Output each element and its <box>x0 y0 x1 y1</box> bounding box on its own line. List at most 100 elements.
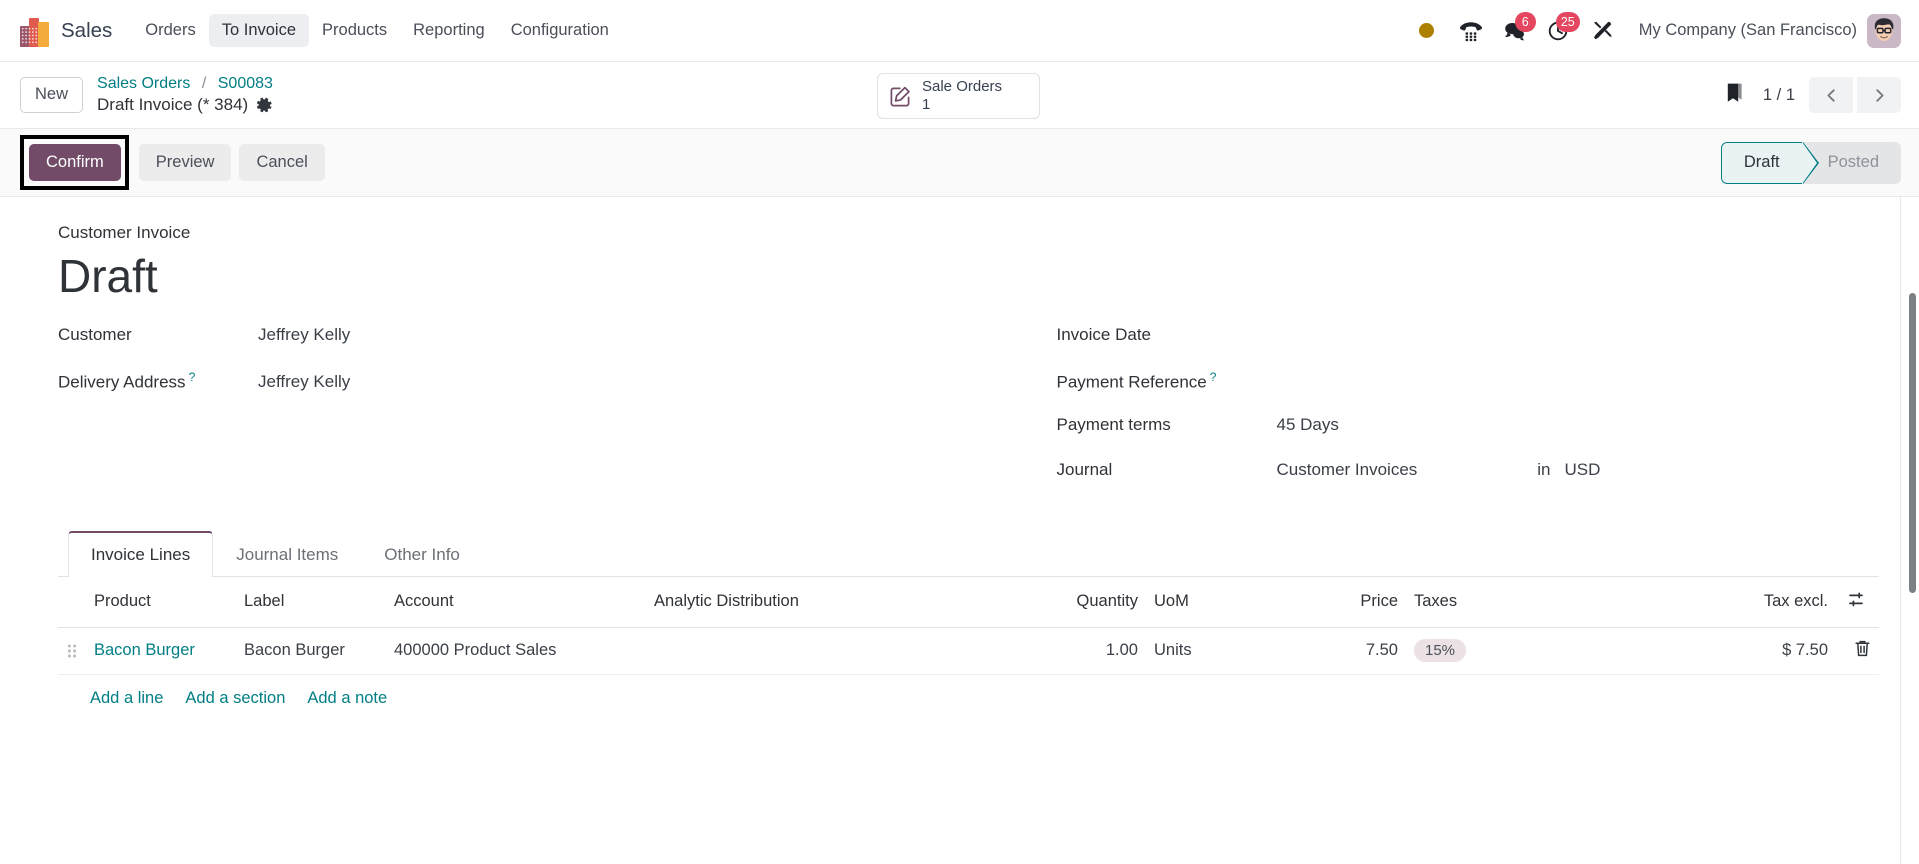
column-drag <box>58 576 86 628</box>
pager-next-button[interactable] <box>1857 77 1901 113</box>
field-payment-reference: Payment Reference? <box>1057 370 1880 415</box>
cell-analytic-distribution[interactable] <box>646 627 1036 675</box>
confirm-button[interactable]: Confirm <box>29 143 121 182</box>
cell-taxes[interactable]: 15% <box>1406 627 1636 675</box>
status-bar-stages: Draft Posted <box>1720 141 1901 184</box>
tab-invoice-lines[interactable]: Invoice Lines <box>68 530 214 577</box>
chevron-left-icon <box>1827 88 1835 102</box>
add-a-section-link[interactable]: Add a section <box>185 689 285 708</box>
menu-to-invoice[interactable]: To Invoice <box>208 13 310 48</box>
tax-badge[interactable]: 15% <box>1414 639 1467 663</box>
notebook: Invoice Lines Journal Items Other Info P… <box>58 530 1879 708</box>
cell-quantity[interactable]: 1.00 <box>1036 627 1146 675</box>
field-payment-reference-label: Payment Reference? <box>1056 369 1217 392</box>
page-title: Draft <box>58 250 158 302</box>
field-customer-value[interactable]: Jeffrey Kelly <box>258 325 350 345</box>
cell-label[interactable]: Bacon Burger <box>236 627 386 675</box>
field-payment-terms-label: Payment terms <box>1056 414 1171 434</box>
add-a-line-link[interactable]: Add a line <box>90 689 163 708</box>
column-options-icon[interactable] <box>1836 576 1879 628</box>
column-quantity[interactable]: Quantity <box>1036 576 1146 628</box>
menu-configuration[interactable]: Configuration <box>498 14 622 48</box>
form-column-left: Customer Jeffrey Kelly Delivery Address?… <box>58 325 969 505</box>
column-taxes[interactable]: Taxes <box>1406 576 1636 628</box>
form-columns: Customer Jeffrey Kelly Delivery Address?… <box>58 325 1879 505</box>
preview-button[interactable]: Preview <box>138 143 232 182</box>
app-name[interactable]: Sales <box>61 19 112 43</box>
cell-product[interactable]: Bacon Burger <box>86 627 236 675</box>
help-tooltip-icon[interactable]: ? <box>1210 370 1217 384</box>
stat-button-value: 1 <box>922 96 931 113</box>
cell-price[interactable]: 7.50 <box>1316 627 1406 675</box>
field-journal: Journal Customer Invoices in USD <box>1057 460 1880 505</box>
control-panel: New Sales Orders / S00083 Draft Invoice … <box>0 62 1919 129</box>
field-delivery-address-value[interactable]: Jeffrey Kelly <box>258 372 350 392</box>
messages-icon[interactable]: 6 <box>1493 11 1537 51</box>
field-payment-terms-value[interactable]: 45 Days <box>1277 415 1339 435</box>
invoice-lines-table: Product Label Account Analytic Distribut… <box>58 576 1879 675</box>
breadcrumb-record-s00083[interactable]: S00083 <box>218 75 273 92</box>
add-a-note-link[interactable]: Add a note <box>307 689 387 708</box>
field-journal-label: Journal <box>1056 459 1113 479</box>
cell-account[interactable]: 400000 Product Sales <box>386 627 646 675</box>
column-price[interactable]: Price <box>1316 576 1406 628</box>
menu-reporting[interactable]: Reporting <box>400 14 498 48</box>
add-links-row: Add a line Add a section Add a note <box>58 675 1879 708</box>
trash-icon[interactable] <box>1844 640 1871 662</box>
product-link[interactable]: Bacon Burger <box>94 641 195 659</box>
notebook-tabs: Invoice Lines Journal Items Other Info <box>58 530 1879 577</box>
field-currency-value[interactable]: USD <box>1565 460 1601 480</box>
column-account[interactable]: Account <box>386 576 646 628</box>
form-sheet-container: Customer Invoice Draft Customer Jeffrey … <box>0 197 1919 864</box>
clock-icon[interactable]: 25 <box>1537 11 1581 51</box>
tab-journal-items[interactable]: Journal Items <box>213 531 361 577</box>
control-panel-right: 1 / 1 <box>1716 77 1901 113</box>
cell-delete[interactable] <box>1836 627 1879 675</box>
bookmark-icon[interactable] <box>1716 78 1753 112</box>
sheet-right-divider <box>1900 197 1901 864</box>
drag-handle-icon[interactable] <box>58 627 86 675</box>
column-tax-excl[interactable]: Tax excl. <box>1636 576 1836 628</box>
pager-count: 1 / 1 <box>1762 85 1795 104</box>
column-product[interactable]: Product <box>86 576 236 628</box>
stage-draft[interactable]: Draft <box>1720 141 1819 184</box>
field-customer-label: Customer <box>58 324 132 344</box>
tools-icon[interactable] <box>1581 11 1625 51</box>
field-payment-terms: Payment terms 45 Days <box>1057 415 1880 460</box>
table-row[interactable]: Bacon Burger Bacon Burger 400000 Product… <box>58 627 1879 675</box>
field-invoice-date: Invoice Date <box>1057 325 1880 370</box>
menu-orders[interactable]: Orders <box>132 14 208 48</box>
new-button[interactable]: New <box>20 77 84 113</box>
column-uom[interactable]: UoM <box>1146 576 1316 628</box>
pencil-square-icon <box>888 84 913 109</box>
menu-products[interactable]: Products <box>309 14 400 48</box>
cell-tax-excl: $ 7.50 <box>1636 627 1836 675</box>
chevron-right-icon <box>1875 88 1883 102</box>
gear-icon[interactable] <box>256 97 273 114</box>
cancel-button[interactable]: Cancel <box>239 143 325 182</box>
help-tooltip-icon[interactable]: ? <box>189 370 196 384</box>
column-label[interactable]: Label <box>236 576 386 628</box>
company-selector[interactable]: My Company (San Francisco) <box>1625 21 1867 40</box>
scrollbar-thumb[interactable] <box>1909 293 1916 593</box>
phone-keypad-icon[interactable] <box>1449 11 1493 51</box>
field-journal-value[interactable]: Customer Invoices <box>1277 460 1418 480</box>
stat-button-sale-orders[interactable]: Sale Orders 1 <box>877 73 1040 119</box>
highlight-annotation-box: Confirm <box>20 134 129 191</box>
breadcrumb-separator: / <box>201 75 207 93</box>
field-customer: Customer Jeffrey Kelly <box>58 325 969 370</box>
avatar[interactable] <box>1867 13 1901 48</box>
column-analytic-distribution[interactable]: Analytic Distribution <box>646 576 1036 628</box>
form-subtitle: Customer Invoice <box>58 223 191 242</box>
odoo-sales-logo-icon[interactable] <box>20 15 50 47</box>
tab-other-info[interactable]: Other Info <box>361 531 483 577</box>
form-sheet: Customer Invoice Draft Customer Jeffrey … <box>0 197 1919 708</box>
vertical-scrollbar[interactable] <box>1909 197 1916 864</box>
breadcrumb-current: Draft Invoice (* 384) <box>97 94 273 116</box>
activity-dot-icon[interactable] <box>1405 11 1449 51</box>
breadcrumb-sales-orders[interactable]: Sales Orders <box>97 75 190 92</box>
top-navbar: Sales Orders To Invoice Products Reporti… <box>0 0 1919 62</box>
cell-uom[interactable]: Units <box>1146 627 1316 675</box>
pager-previous-button[interactable] <box>1809 77 1853 113</box>
breadcrumb: Sales Orders / S00083 Draft Invoice (* 3… <box>97 73 273 117</box>
